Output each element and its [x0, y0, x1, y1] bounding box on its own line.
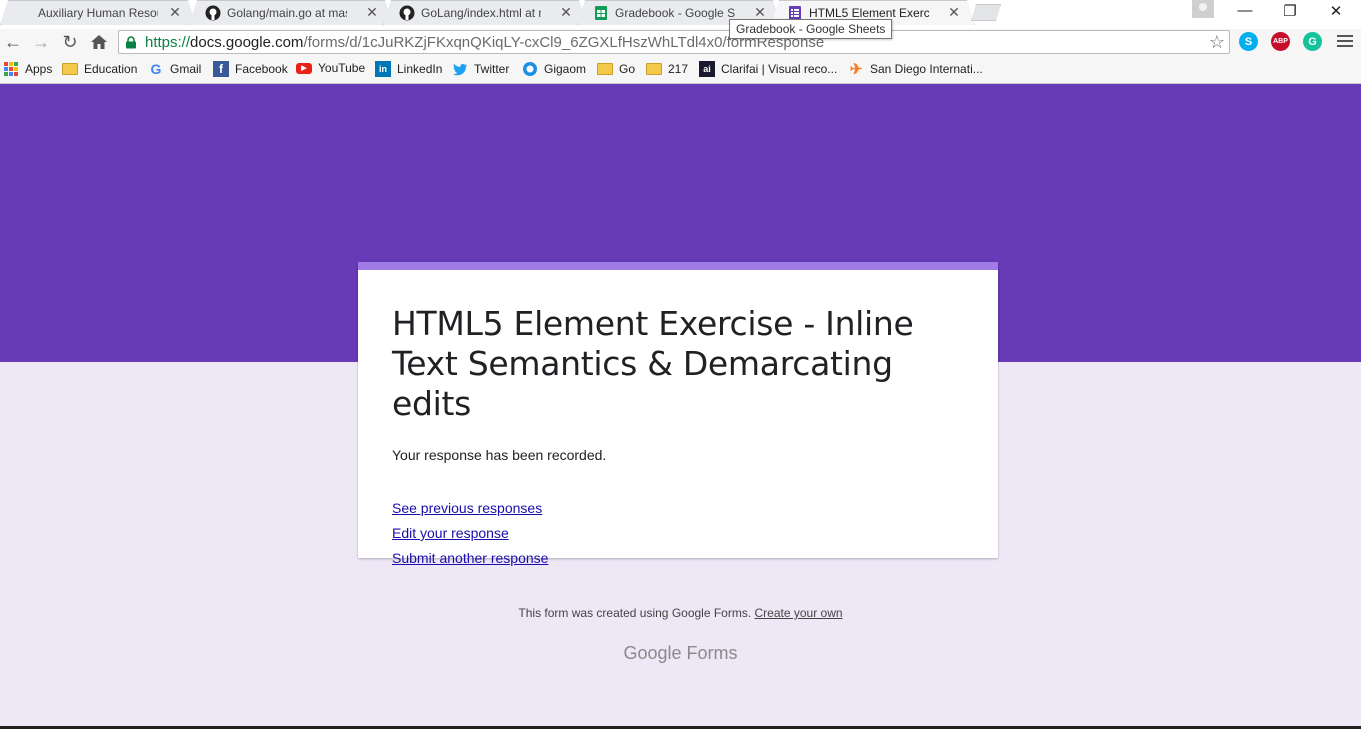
tab-title: Gradebook - Google Shee: [615, 5, 735, 20]
bookmark-facebook[interactable]: f Facebook: [213, 61, 288, 77]
linkedin-icon: in: [375, 61, 391, 77]
lock-icon: [126, 36, 136, 49]
adblock-plus-icon[interactable]: ABP: [1271, 32, 1290, 51]
close-icon[interactable]: ✕: [559, 4, 573, 21]
bookmark-apps[interactable]: Apps: [3, 61, 52, 77]
create-your-own-link[interactable]: Create your own: [755, 606, 843, 620]
facebook-icon: f: [213, 61, 229, 77]
bookmark-label: Education: [84, 62, 138, 76]
footer-note: This form was created using Google Forms…: [0, 606, 1361, 620]
grammarly-icon[interactable]: G: [1303, 32, 1322, 51]
chrome-menu-icon[interactable]: [1337, 33, 1353, 49]
tab-title: GoLang/index.html at mas: [421, 5, 541, 20]
folder-icon: [597, 61, 613, 77]
url-host: docs.google.com: [190, 34, 304, 51]
reload-icon[interactable]: ↻: [59, 31, 81, 53]
submit-another-response-link[interactable]: Submit another response: [392, 546, 548, 571]
bookmark-217[interactable]: 217: [646, 61, 688, 77]
gigaom-icon: [523, 62, 537, 76]
url-scheme: https://: [145, 34, 191, 51]
tab-golang-index-html[interactable]: GoLang/index.html at mas ✕: [383, 0, 587, 25]
response-links: See previous responses Edit your respons…: [392, 496, 964, 571]
forward-arrow-icon[interactable]: →: [30, 31, 52, 53]
bookmark-label: Apps: [25, 62, 53, 76]
folder-icon: [62, 61, 78, 77]
tab-strip: Auxiliary Human Resource ✕ Golang/main.g…: [0, 0, 1361, 29]
bookmark-youtube[interactable]: ▶ YouTube: [296, 61, 365, 75]
bookmark-label: Facebook: [235, 62, 288, 76]
bookmarks-bar: Apps Education G Gmail f Facebook ▶ YouT…: [0, 55, 1361, 84]
tab-auxiliary-human-resource[interactable]: Auxiliary Human Resource ✕: [0, 0, 196, 25]
github-icon: [399, 5, 415, 20]
profile-avatar-icon[interactable]: [1192, 0, 1214, 18]
github-icon: [205, 5, 221, 20]
folder-icon: [646, 61, 662, 77]
response-card: HTML5 Element Exercise - Inline Text Sem…: [358, 262, 998, 566]
window-close-icon[interactable]: ✕: [1321, 2, 1351, 20]
bookmark-twitter[interactable]: Twitter: [452, 61, 509, 77]
bookmark-label: Clarifai | Visual reco...: [721, 62, 838, 76]
youtube-icon: ▶: [296, 62, 312, 74]
bookmark-gigaom[interactable]: Gigaom: [522, 61, 586, 77]
bookmark-label: Gigaom: [544, 62, 587, 76]
clarifai-icon: ai: [699, 61, 715, 77]
confirmation-message: Your response has been recorded.: [392, 447, 607, 463]
tab-tooltip: Gradebook - Google Sheets: [729, 19, 893, 39]
bookmark-label: LinkedIn: [397, 62, 443, 76]
page-content: HTML5 Element Exercise - Inline Text Sem…: [0, 84, 1361, 729]
address-bar[interactable]: https://docs.google.com/forms/d/1cJuRKZj…: [118, 30, 1230, 54]
generic-page-icon: [16, 5, 32, 21]
bookmark-education[interactable]: Education: [62, 61, 137, 77]
footer-text: This form was created using Google Forms…: [518, 606, 755, 620]
restore-icon[interactable]: ❐: [1275, 2, 1305, 20]
google-forms-logo[interactable]: Google Forms: [0, 643, 1361, 664]
bookmark-label: YouTube: [318, 61, 366, 75]
twitter-icon: [453, 63, 467, 76]
bookmark-label: Gmail: [170, 62, 202, 76]
close-icon[interactable]: ✕: [168, 4, 182, 21]
bookmark-clarifai[interactable]: ai Clarifai | Visual reco...: [699, 61, 837, 77]
tab-golang-main-go[interactable]: Golang/main.go at master ✕: [189, 0, 393, 25]
tab-title: Golang/main.go at master: [227, 5, 347, 20]
home-icon[interactable]: [90, 33, 108, 51]
see-previous-responses-link[interactable]: See previous responses: [392, 496, 542, 521]
bookmark-label: Go: [619, 62, 636, 76]
bookmark-label: San Diego Internati...: [870, 62, 983, 76]
google-sheets-icon: [595, 5, 607, 20]
edit-response-link[interactable]: Edit your response: [392, 521, 509, 546]
new-tab-button[interactable]: [971, 4, 1001, 21]
close-icon[interactable]: ✕: [947, 4, 961, 21]
apps-grid-icon: [3, 61, 19, 77]
url-text: https://docs.google.com/forms/d/1cJuRKZj…: [145, 34, 824, 51]
bookmark-san-diego[interactable]: ✈ San Diego Internati...: [848, 61, 983, 78]
bookmark-star-icon[interactable]: ☆: [1209, 32, 1225, 53]
tab-title: Auxiliary Human Resource: [38, 5, 158, 20]
close-icon[interactable]: ✕: [365, 4, 379, 21]
back-arrow-icon[interactable]: ←: [2, 31, 24, 53]
google-icon: G: [150, 61, 162, 77]
bookmark-go[interactable]: Go: [597, 61, 635, 77]
form-title: HTML5 Element Exercise - Inline Text Sem…: [392, 304, 914, 423]
bookmark-gmail[interactable]: G Gmail: [148, 61, 202, 77]
tab-title: HTML5 Element Exercise -: [809, 5, 929, 20]
bookmark-label: Twitter: [474, 62, 510, 76]
bookmark-label: 217: [668, 62, 689, 76]
minimize-icon[interactable]: —: [1230, 2, 1260, 19]
skype-icon[interactable]: S: [1239, 32, 1258, 51]
bookmark-linkedin[interactable]: in LinkedIn: [375, 61, 442, 77]
browser-toolbar: ← → ↻ https://docs.google.com/forms/d/1c…: [0, 29, 1361, 55]
airplane-icon: ✈: [849, 61, 863, 78]
